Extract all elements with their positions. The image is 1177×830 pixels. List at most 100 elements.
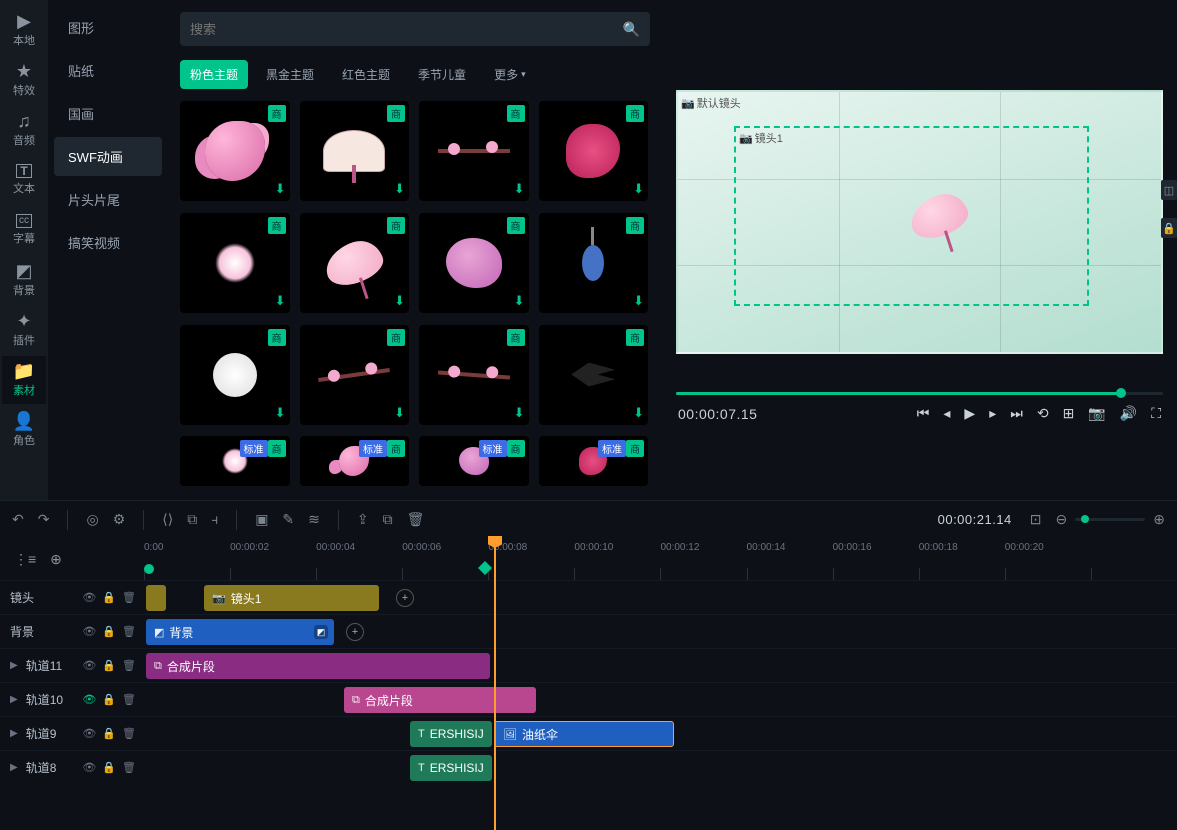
search-box[interactable]: 🔍 — [180, 12, 650, 46]
category-swf[interactable]: SWF动画 — [54, 137, 162, 176]
chevron-right-icon[interactable]: ▶ — [10, 694, 18, 705]
clip-camera-1[interactable]: 📷镜头1 — [204, 585, 379, 611]
visible-icon[interactable]: 👁 — [82, 761, 96, 774]
asset-thumb[interactable]: 商标准 — [180, 436, 290, 486]
lock-icon[interactable]: 🔒 — [102, 727, 116, 740]
undo-icon[interactable]: ↶ — [12, 511, 24, 528]
download-icon[interactable]: ⬇ — [633, 293, 644, 309]
clip-background[interactable]: ◩背景◩ — [146, 619, 334, 645]
mark-icon[interactable]: ▣ — [255, 511, 268, 528]
asset-thumb[interactable]: 商标准 — [419, 436, 529, 486]
add-track-icon[interactable]: ⊕ — [50, 551, 62, 568]
zoom-out-icon[interactable]: ⊖ — [1056, 511, 1068, 528]
lock-icon[interactable]: 🔒 — [102, 625, 116, 638]
trash-icon[interactable]: 🗑 — [122, 625, 136, 638]
search-input[interactable] — [190, 22, 640, 37]
download-icon[interactable]: ⬇ — [275, 405, 286, 421]
trash-icon[interactable]: 🗑 — [122, 761, 136, 774]
zoom-in-icon[interactable]: ⊕ — [1153, 511, 1165, 528]
iconbar-effects[interactable]: ★特效 — [2, 56, 46, 104]
gear-icon[interactable]: ⚙ — [113, 511, 126, 528]
asset-thumb[interactable]: 商标准 — [539, 436, 649, 486]
trash-icon[interactable]: 🗑 — [122, 591, 136, 604]
iconbar-background[interactable]: ◩背景 — [2, 256, 46, 304]
playhead[interactable] — [494, 538, 496, 830]
category-stickers[interactable]: 贴纸 — [54, 51, 162, 90]
asset-thumb[interactable]: 商⬇ — [180, 325, 290, 425]
chevron-right-icon[interactable]: ▶ — [10, 762, 18, 773]
visible-icon[interactable]: 👁 — [82, 659, 96, 672]
bracket-icon[interactable]: ⟨⟩ — [162, 511, 173, 528]
asset-thumb[interactable]: 商⬇ — [539, 325, 649, 425]
chevron-right-icon[interactable]: ▶ — [10, 660, 18, 671]
category-painting[interactable]: 国画 — [54, 94, 162, 133]
redo-icon[interactable]: ↷ — [38, 511, 50, 528]
hidden-icon[interactable]: 👁 — [82, 693, 96, 706]
visible-icon[interactable]: 👁 — [82, 727, 96, 740]
start-marker[interactable] — [144, 564, 154, 574]
snapshot-icon[interactable]: 📷 — [1088, 405, 1105, 422]
clip-compound[interactable]: ⧉合成片段 — [344, 687, 536, 713]
volume-icon[interactable]: 🔊 — [1120, 405, 1137, 422]
skip-start-icon[interactable]: ⏮ — [917, 405, 930, 422]
copy-icon[interactable]: ⧉ — [383, 511, 393, 528]
split-icon[interactable]: ⫞ — [211, 511, 218, 528]
asset-thumb[interactable]: 商⬇ — [300, 101, 410, 201]
asset-thumb[interactable]: 商⬇ — [419, 325, 529, 425]
category-funny[interactable]: 搞笑视频 — [54, 223, 162, 262]
iconbar-audio[interactable]: ♫音频 — [2, 106, 46, 154]
download-icon[interactable]: ⬇ — [633, 405, 644, 421]
lock-toggle[interactable]: 🔒 — [1161, 218, 1177, 238]
search-icon[interactable]: 🔍 — [623, 21, 640, 38]
trash-icon[interactable]: 🗑 — [122, 693, 136, 706]
tab-more[interactable]: 更多▾ — [484, 60, 536, 89]
add-clip-button[interactable]: + — [396, 589, 414, 607]
download-icon[interactable]: ⬇ — [633, 181, 644, 197]
clip-compound[interactable]: ⧉合成片段 — [146, 653, 490, 679]
preview-canvas[interactable]: 📷默认镜头 📷镜头1 — [676, 90, 1163, 354]
clip-text[interactable]: TERSHISIJ — [410, 721, 492, 747]
download-icon[interactable]: ⬇ — [275, 181, 286, 197]
iconbar-text[interactable]: T文本 — [2, 156, 46, 204]
visible-icon[interactable]: 👁 — [82, 625, 96, 638]
tab-pink[interactable]: 粉色主题 — [180, 60, 248, 89]
target-icon[interactable]: ◎ — [86, 511, 98, 528]
asset-thumb[interactable]: 商⬇ — [539, 101, 649, 201]
clip-text[interactable]: TERSHISIJ — [410, 755, 492, 781]
download-icon[interactable]: ⬇ — [514, 181, 525, 197]
grid-icon[interactable]: ⊞ — [1063, 405, 1075, 422]
lock-icon[interactable]: 🔒 — [102, 591, 116, 604]
asset-thumb[interactable]: 商标准 — [300, 436, 410, 486]
download-icon[interactable]: ⬇ — [394, 293, 405, 309]
asset-thumb[interactable]: 商⬇ — [419, 213, 529, 313]
trash-icon[interactable]: 🗑 — [122, 727, 136, 740]
asset-thumb[interactable]: 商⬇ — [300, 213, 410, 313]
layers-icon[interactable]: ≋ — [308, 511, 320, 528]
layers-toggle[interactable]: ◫ — [1161, 180, 1177, 200]
tab-season[interactable]: 季节儿童 — [408, 60, 476, 89]
download-icon[interactable]: ⬇ — [394, 405, 405, 421]
iconbar-local[interactable]: ▶本地 — [2, 6, 46, 54]
edit-icon[interactable]: ✎ — [282, 511, 294, 528]
asset-thumb[interactable]: 商⬇ — [180, 101, 290, 201]
tab-blackgold[interactable]: 黑金主题 — [256, 60, 324, 89]
download-icon[interactable]: ⬇ — [514, 293, 525, 309]
trash-icon[interactable]: 🗑 — [407, 511, 425, 528]
asset-thumb[interactable]: 商⬇ — [180, 213, 290, 313]
preview-progress[interactable] — [676, 392, 1163, 395]
chevron-right-icon[interactable]: ▶ — [10, 728, 18, 739]
asset-thumb[interactable]: 商⬇ — [300, 325, 410, 425]
asset-thumb[interactable]: 商⬇ — [419, 101, 529, 201]
iconbar-subtitle[interactable]: cc字幕 — [2, 206, 46, 254]
iconbar-character[interactable]: 👤角色 — [2, 406, 46, 454]
download-icon[interactable]: ⬇ — [514, 405, 525, 421]
prev-frame-icon[interactable]: ◂ — [943, 405, 950, 422]
crop-icon[interactable]: ⧉ — [187, 511, 197, 528]
time-ruler[interactable]: 0:0000:00:0200:00:0400:00:0600:00:0800:0… — [144, 538, 1177, 580]
umbrella-object[interactable] — [910, 196, 990, 276]
visible-icon[interactable]: 👁 — [82, 591, 96, 604]
lock-icon[interactable]: 🔒 — [102, 693, 116, 706]
lock-icon[interactable]: 🔒 — [102, 659, 116, 672]
export-icon[interactable]: ⇪ — [357, 511, 369, 528]
category-shapes[interactable]: 图形 — [54, 8, 162, 47]
